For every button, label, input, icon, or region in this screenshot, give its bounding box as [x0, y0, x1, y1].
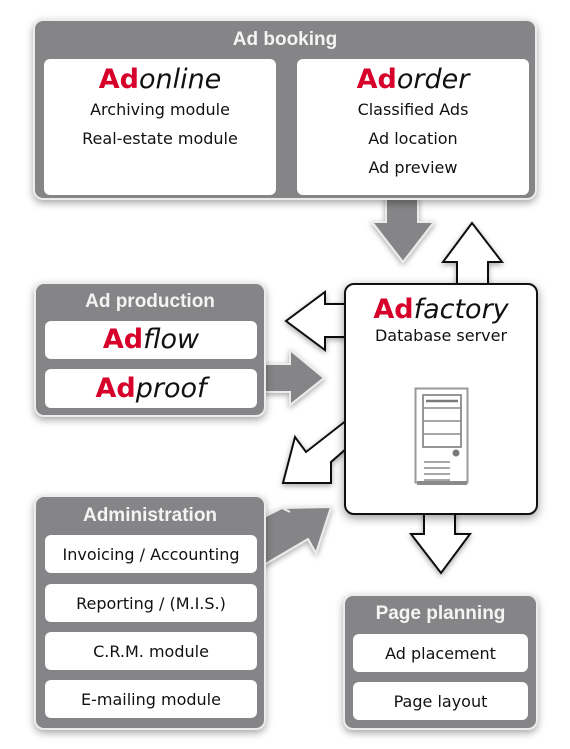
arrow-booking-to-factory — [369, 195, 437, 264]
brand-prefix: Ad — [356, 64, 397, 95]
adorder-line: Classified Ads — [357, 100, 469, 119]
server-tower-icon — [414, 387, 469, 485]
page-planning-item: Page layout — [353, 682, 528, 720]
brand-prefix: Ad — [95, 372, 136, 404]
page-planning-group: Page planning Ad placement Page layout — [343, 594, 538, 730]
ad-production-title: Ad production — [85, 291, 215, 312]
ad-production-group: Ad production Adflow Adproof — [34, 282, 266, 417]
adflow-panel: Adflow — [45, 321, 257, 359]
brand-prefix: Ad — [98, 64, 139, 95]
adorder-panel: Adorder Classified Ads Ad location Ad pr… — [297, 59, 529, 195]
arrow-production-to-factory — [261, 347, 326, 408]
arrow-factory-to-page-planning — [408, 511, 472, 575]
adproof-brand: Adproof — [95, 372, 207, 404]
arrow-factory-to-booking — [441, 221, 505, 287]
brand-suffix: order — [396, 64, 470, 95]
arrow-factory-to-administration — [281, 417, 348, 484]
administration-group: Administration Invoicing / Accounting Re… — [34, 495, 266, 730]
adonline-panel: Adonline Archiving module Real-estate mo… — [44, 59, 276, 195]
adfactory-box: Adfactory Database server — [344, 283, 538, 515]
administration-item: Invoicing / Accounting — [45, 535, 257, 573]
ad-booking-title: Ad booking — [232, 29, 338, 50]
brand-suffix: factory — [413, 294, 509, 325]
brand-suffix: online — [138, 64, 222, 95]
administration-title: Administration — [82, 505, 218, 526]
adflow-brand: Adflow — [103, 325, 199, 355]
brand-prefix: Ad — [373, 294, 414, 325]
arrow-factory-to-production — [284, 290, 348, 352]
administration-item: C.R.M. module — [45, 632, 257, 670]
page-planning-title: Page planning — [375, 603, 506, 624]
brand-suffix: flow — [143, 324, 200, 355]
adproof-panel: Adproof — [45, 369, 257, 408]
adfactory-brand: Adfactory — [346, 295, 536, 325]
ad-booking-group: Ad booking Adonline Archiving module Rea… — [33, 19, 537, 200]
brand-suffix: proof — [135, 372, 207, 404]
adfactory-subtitle: Database server — [374, 326, 508, 345]
page-planning-item: Ad placement — [353, 634, 528, 672]
arrow-administration-to-factory — [261, 505, 333, 568]
brand-prefix: Ad — [102, 324, 144, 355]
adonline-line: Real-estate module — [82, 129, 238, 148]
adorder-line: Ad preview — [368, 158, 458, 177]
adorder-line: Ad location — [368, 129, 458, 148]
administration-item: Reporting / (M.I.S.) — [45, 584, 257, 622]
administration-item: E-mailing module — [45, 680, 257, 718]
adonline-line: Archiving module — [90, 100, 230, 119]
adonline-brand: Adonline — [44, 65, 276, 95]
adorder-brand: Adorder — [297, 65, 529, 95]
